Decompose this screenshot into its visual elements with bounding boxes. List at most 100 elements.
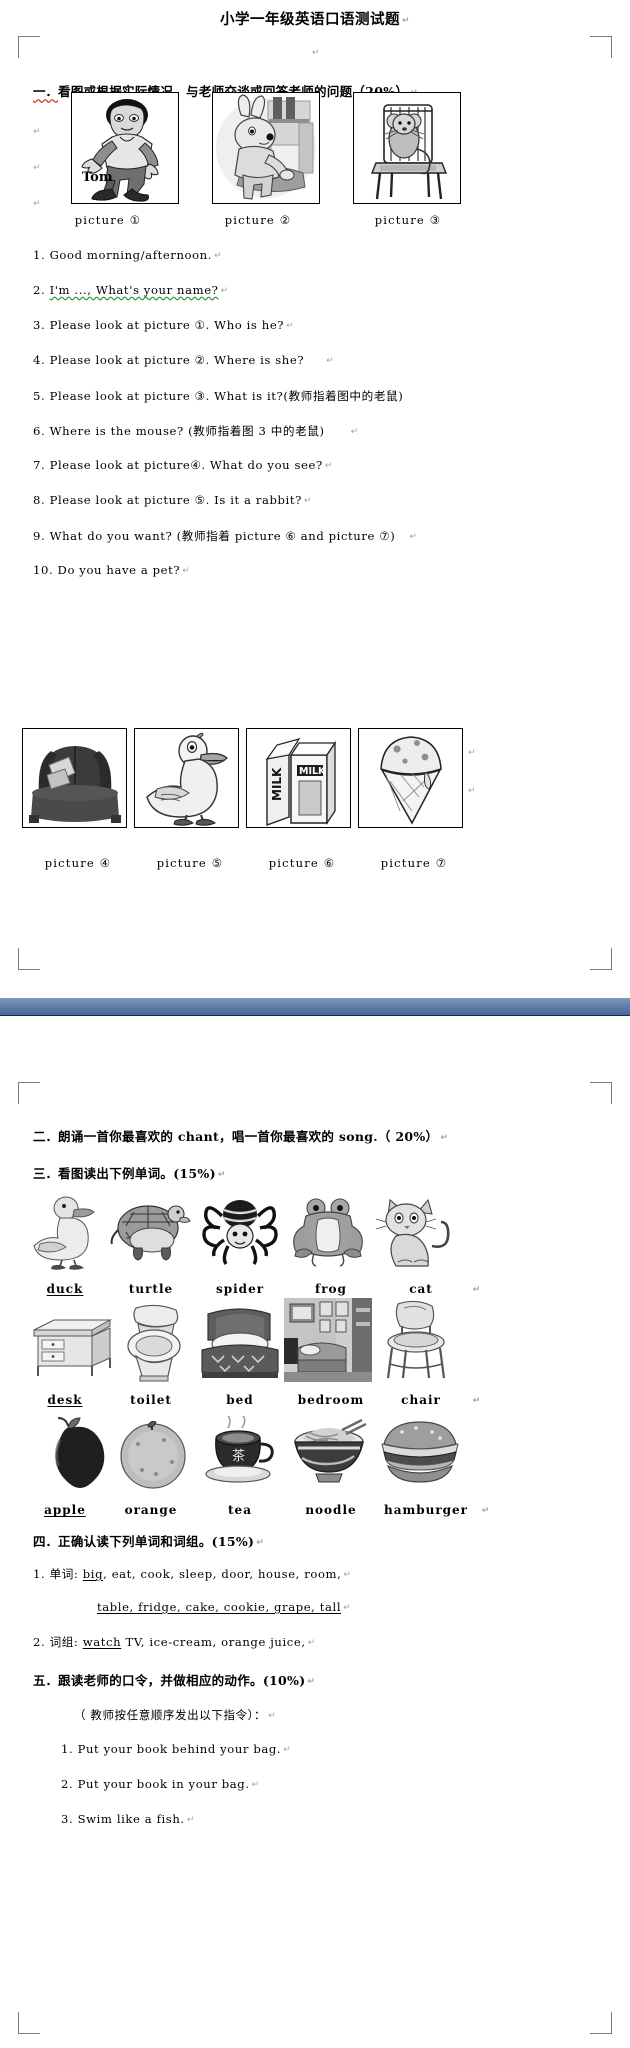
question-number: 10.	[33, 563, 54, 577]
vocab-word: frog	[315, 1282, 347, 1296]
crop-mark-top-right	[590, 1082, 612, 1104]
picture-7-caption: picture	[380, 856, 431, 870]
vocab-word: orange	[124, 1503, 178, 1517]
vocab-image-toilet	[118, 1302, 194, 1382]
vocab-word: bed	[226, 1393, 254, 1407]
picture-5-frame	[134, 728, 239, 828]
vocab-image-duck	[30, 1196, 110, 1272]
boy-walking-icon: Tom	[72, 93, 178, 203]
crop-mark-bottom-right	[590, 948, 612, 970]
vocab-word: apple	[44, 1503, 86, 1517]
vocab-word: bedroom	[297, 1393, 365, 1407]
picture-7-number: ⑦	[435, 856, 448, 870]
vocab-image-noodle	[286, 1416, 372, 1492]
question-number: 1.	[33, 248, 46, 262]
item-words: , eat, cook, sleep, door, house, room,	[103, 1567, 342, 1581]
question-text: Where is the mouse? (教师指着图 3 中的老鼠)	[49, 424, 325, 438]
hamburger-icon	[381, 1421, 459, 1483]
vocab-image-bed	[198, 1302, 282, 1382]
pilcrow-mark: ↵	[307, 1677, 315, 1687]
command-text: Put your book in your bag.	[77, 1777, 250, 1791]
crop-mark-bottom-right	[590, 2012, 612, 2034]
picture-caption-row-top: picture ① picture ② picture ③	[33, 213, 503, 227]
command-text: Put your book behind your bag.	[77, 1742, 282, 1756]
question-number: 7.	[33, 458, 46, 472]
section-4-heading: 四．正确认读下列单词和词组。(15%) ↵	[33, 1531, 264, 1550]
pilcrow-mark: ↵	[186, 1815, 195, 1825]
command-number: 2.	[61, 1777, 74, 1791]
section-5-heading: 五．跟读老师的口令，并做相应的动作。(10%) ↵	[33, 1670, 315, 1689]
question-item: 2. I'm ..., What's your name? ↵	[33, 283, 229, 297]
noodle-bowl-icon	[294, 1418, 367, 1483]
item-number: 2.	[33, 1635, 46, 1649]
section-2-number: 二．	[33, 1129, 59, 1144]
vocab-image-apple	[30, 1416, 110, 1492]
duck-icon	[135, 729, 238, 827]
pilcrow-mark: ↵	[283, 1745, 292, 1755]
section-3-text: 看图读出下例单词。(15%)	[58, 1166, 216, 1181]
section-5-note-text: （ 教师按任意顺序发出以下指令）：	[74, 1708, 267, 1722]
pilcrow-mark: ↵	[468, 786, 476, 796]
spider-icon	[202, 1200, 278, 1265]
picture-6-number: ⑥	[323, 856, 336, 870]
crop-mark-bottom-left	[18, 948, 40, 970]
item-label: 单词:	[49, 1567, 79, 1581]
pilcrow-mark: ↵	[33, 127, 41, 137]
vocab-image-hamburger	[376, 1416, 464, 1492]
ice-cream-cone-icon	[359, 729, 462, 827]
pilcrow-mark: ↵	[350, 427, 359, 437]
section-4-item-1: 1. 单词: big, eat, cook, sleep, door, hous…	[33, 1566, 352, 1582]
item-first-word: big	[82, 1567, 104, 1581]
cat-icon	[375, 1198, 450, 1267]
section-5-number: 五．	[33, 1673, 59, 1688]
section-4-number: 四．	[33, 1534, 59, 1549]
vocab-image-chair	[376, 1298, 456, 1382]
pilcrow-mark: ↵	[440, 1133, 448, 1143]
pilcrow-mark: ↵	[472, 1396, 482, 1406]
pilcrow-mark: ↵	[182, 566, 191, 576]
orange-icon	[120, 1421, 186, 1489]
picture-2-number: ②	[279, 213, 292, 227]
question-item: 7. Please look at picture④. What do you …	[33, 458, 333, 472]
pilcrow-mark: ↵	[33, 199, 41, 209]
svg-text:茶: 茶	[232, 1448, 245, 1464]
command-item: 3. Swim like a fish. ↵	[61, 1812, 195, 1826]
vocab-word: desk	[47, 1393, 83, 1407]
question-item: 8. Please look at picture ⑤. Is it a rab…	[33, 493, 312, 507]
question-text: Do you have a pet?	[57, 563, 181, 577]
question-text: Please look at picture ②. Where is she?	[49, 353, 305, 367]
page-title: 小学一年级英语口语测试题 ↵	[0, 8, 630, 29]
pilcrow-mark: ↵	[251, 1780, 260, 1790]
turtle-icon	[110, 1205, 191, 1261]
page-title-text: 小学一年级英语口语测试题	[219, 11, 400, 28]
page-1: 小学一年级英语口语测试题↵ ↵ 一．看图或根据实际情况，与老师交谈或回答老师的问…	[0, 0, 630, 990]
question-text: What do you want? (教师指着 picture ⑥ and pi…	[49, 529, 396, 543]
question-number: 3.	[33, 318, 46, 332]
toilet-icon	[127, 1304, 181, 1382]
question-number: 9.	[33, 529, 46, 543]
page-separator	[0, 990, 630, 1048]
pilcrow-mark: ↵	[217, 1170, 226, 1180]
apple-icon	[54, 1417, 105, 1488]
armchair-icon	[23, 729, 126, 827]
pilcrow-mark: ↵	[312, 48, 320, 58]
question-item: 1. Good morning/afternoon. ↵	[33, 248, 222, 262]
section-2-heading: 二．朗诵一首你最喜欢的 chant，唱一首你最喜欢的 song.（ 20%） ↵	[33, 1126, 448, 1145]
pilcrow-mark: ↵	[256, 1538, 264, 1548]
vocab-image-spider	[200, 1196, 280, 1272]
picture-5-caption: picture	[156, 856, 207, 870]
section-4-item-2: 2. 词组: watch TV, ice-cream, orange juice…	[33, 1634, 316, 1650]
picture-2-frame	[212, 92, 320, 204]
vocab-image-desk	[28, 1306, 112, 1382]
command-number: 3.	[61, 1812, 74, 1826]
bed-icon	[201, 1308, 279, 1378]
question-text: Good morning/afternoon.	[49, 248, 213, 262]
crop-mark-top-right	[590, 36, 612, 58]
vocab-word-row-1: duck turtle spider frog cat ↵	[22, 1282, 492, 1296]
question-item: 3. Please look at picture ①. Who is he? ↵	[33, 318, 294, 332]
vocab-image-cat	[374, 1196, 456, 1272]
vocab-image-tea: 茶	[198, 1416, 282, 1492]
vocab-word-row-2: desk toilet bed bedroom chair ↵	[22, 1393, 492, 1407]
item-first-word: watch	[82, 1635, 122, 1649]
question-text: I'm ..., What's your name?	[49, 283, 219, 297]
